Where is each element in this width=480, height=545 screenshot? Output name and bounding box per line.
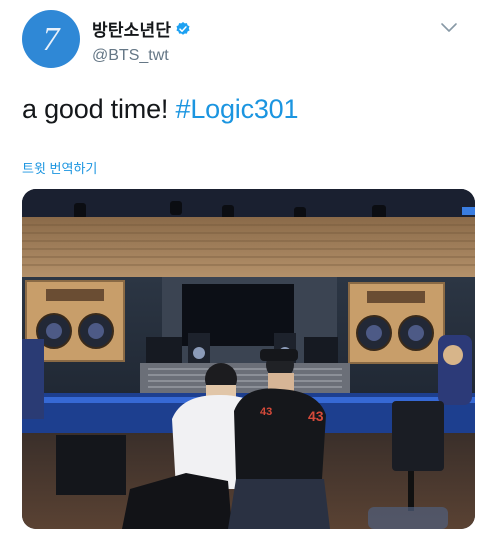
display-name[interactable]: 방탄소년단 xyxy=(92,16,171,41)
tweet-body: a good time! xyxy=(22,94,176,124)
right-speaker xyxy=(348,282,445,364)
chevron-down-icon[interactable] xyxy=(440,22,458,34)
display-name-row: 방탄소년단 xyxy=(92,16,191,41)
hashtag-link[interactable]: #Logic301 xyxy=(176,94,299,124)
verified-badge-icon xyxy=(176,21,190,35)
tweet-card: 7 방탄소년단 @BTS_twt a good time! #Logic301 … xyxy=(0,0,480,545)
user-handle[interactable]: @BTS_twt xyxy=(92,47,191,65)
jersey-number: 43 xyxy=(308,408,324,424)
studio-photo-illustration: 43 43 xyxy=(22,189,475,529)
translate-tweet-link[interactable]: 트윗 번역하기 xyxy=(22,158,97,177)
tweet-header: 7 방탄소년단 @BTS_twt xyxy=(22,10,462,70)
jersey-number-small: 43 xyxy=(260,406,272,418)
user-names[interactable]: 방탄소년단 @BTS_twt xyxy=(92,16,191,65)
avatar[interactable]: 7 xyxy=(22,10,80,68)
masked-figure xyxy=(438,335,472,405)
avatar-text: 7 xyxy=(42,21,60,58)
tweet-text: a good time! #Logic301 xyxy=(22,94,299,125)
tweet-photo[interactable]: 43 43 xyxy=(22,189,475,529)
